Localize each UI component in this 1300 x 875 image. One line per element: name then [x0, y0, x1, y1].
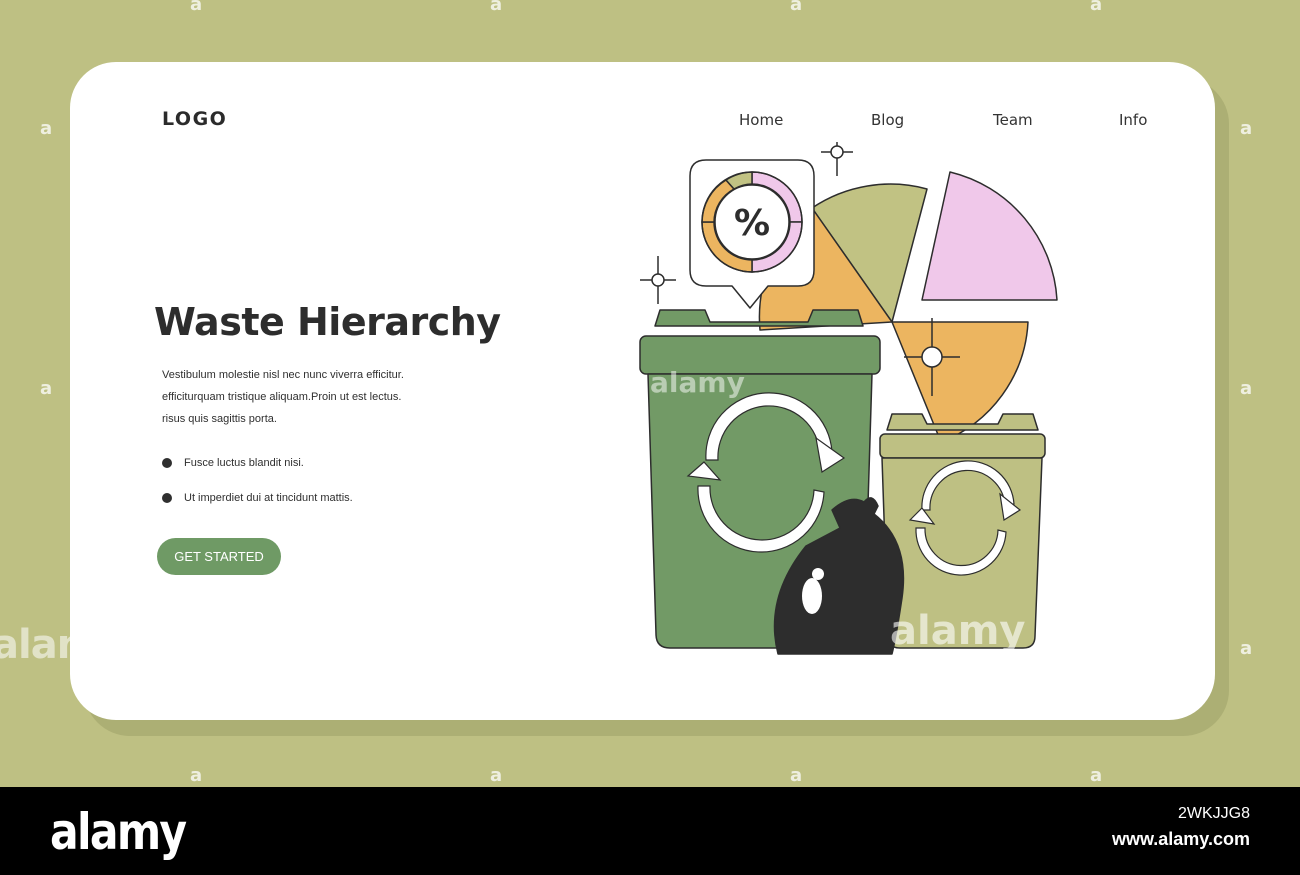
watermark-letter: a — [790, 0, 803, 15]
watermark-letter: a — [40, 378, 53, 399]
nav-home[interactable]: Home — [739, 111, 783, 129]
watermark-brand: alamy — [890, 608, 1025, 654]
watermark-letter: a — [490, 0, 503, 15]
description-line: Vestibulum molestie nisl nec nunc viverr… — [162, 369, 404, 381]
watermark-letter: a — [1090, 0, 1103, 15]
bullet-text: Fusce luctus blandit nisi. — [184, 457, 304, 469]
landing-card: LOGO Home Blog Team Info Waste Hierarchy… — [70, 62, 1215, 720]
nav-blog[interactable]: Blog — [871, 111, 904, 129]
bullet-dot-icon — [162, 493, 172, 503]
watermark-letter: a — [190, 0, 203, 15]
percent-symbol: % — [734, 203, 770, 244]
description-line: efficiturquam tristique aliquam.Proin ut… — [162, 391, 402, 403]
watermark-letter: a — [190, 765, 203, 786]
watermark-letter: a — [1240, 638, 1253, 659]
watermark-brand: alamy — [650, 366, 745, 399]
alamy-logo: alamy — [50, 803, 187, 861]
description-line: risus quis sagittis porta. — [162, 413, 277, 425]
get-started-button[interactable]: GET STARTED — [157, 538, 281, 575]
bag-shine — [802, 578, 822, 614]
watermark-letter: a — [1240, 378, 1253, 399]
image-id: 2WKJJG8 — [1177, 805, 1250, 822]
bullet-item: Fusce luctus blandit nisi. — [162, 457, 304, 469]
page-title: Waste Hierarchy — [154, 300, 501, 344]
watermark-letter: a — [490, 765, 503, 786]
watermark-letter: a — [1090, 765, 1103, 786]
nav-info[interactable]: Info — [1119, 111, 1147, 129]
waste-illustration: % alamy alamy — [639, 142, 1058, 655]
bullet-item: Ut imperdiet dui at tincidunt mattis. — [162, 492, 353, 504]
watermark-footer: alamy 2WKJJG8 www.alamy.com — [0, 787, 1300, 875]
site-url: www.alamy.com — [1111, 829, 1250, 849]
watermark-letter: a — [40, 118, 53, 139]
bullet-text: Ut imperdiet dui at tincidunt mattis. — [184, 492, 353, 504]
watermark-letter: a — [790, 765, 803, 786]
watermark-letter: a — [1240, 118, 1253, 139]
bullet-dot-icon — [162, 458, 172, 468]
hero-description: Vestibulum molestie nisl nec nunc viverr… — [162, 364, 432, 430]
logo[interactable]: LOGO — [162, 108, 227, 130]
bag-shine — [812, 568, 824, 580]
nav-team[interactable]: Team — [993, 111, 1033, 129]
